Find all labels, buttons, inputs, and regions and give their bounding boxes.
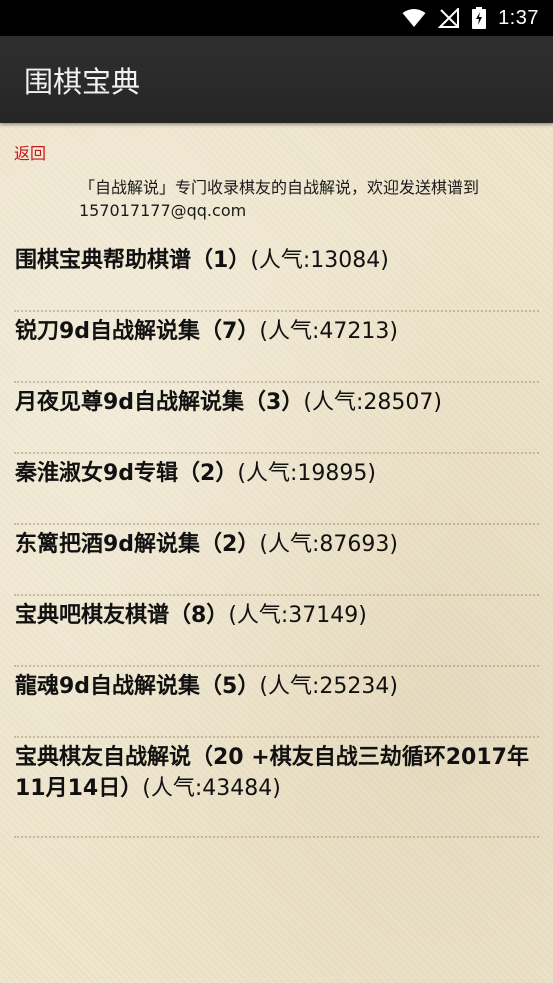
status-bar: 1:37 <box>0 0 553 36</box>
wifi-icon <box>402 7 426 29</box>
list-item[interactable]: 锐刀9d自战解说集（7）(人气:47213) <box>0 312 553 381</box>
list-item[interactable]: 龍魂9d自战解说集（5）(人气:25234) <box>0 667 553 736</box>
app-bar: 围棋宝典 <box>0 36 553 123</box>
notice-line-1: 「自战解说」专门收录棋友的自战解说，欢迎发送棋谱到 <box>79 178 480 197</box>
item-popularity: (人气:37149) <box>228 603 367 628</box>
list-item[interactable]: 月夜见尊9d自战解说集（3）(人气:28507) <box>0 383 553 452</box>
back-link[interactable]: 返回 <box>14 140 46 164</box>
list-item[interactable]: 围棋宝典帮助棋谱（1）(人气:13084) <box>0 241 553 310</box>
notice-text: 「自战解说」专门收录棋友的自战解说，欢迎发送棋谱到 157017177@qq.c… <box>79 176 543 222</box>
no-signal-icon <box>438 7 460 29</box>
item-popularity: (人气:43484) <box>142 776 281 801</box>
collection-list: 围棋宝典帮助棋谱（1）(人气:13084) 锐刀9d自战解说集（7）(人气:47… <box>0 241 553 838</box>
item-title: 龍魂9d自战解说集（5） <box>15 674 260 699</box>
item-popularity: (人气:47213) <box>259 319 398 344</box>
item-title: 月夜见尊9d自战解说集（3） <box>15 390 304 415</box>
list-item[interactable]: 东篱把酒9d解说集（2）(人气:87693) <box>0 525 553 594</box>
battery-charging-icon <box>472 7 487 29</box>
list-item[interactable]: 宝典棋友自战解说（20 +棋友自战三劫循环2017年11月14日）(人气:434… <box>0 738 553 836</box>
content-area: 返回 「自战解说」专门收录棋友的自战解说，欢迎发送棋谱到 157017177@q… <box>0 123 553 983</box>
item-popularity: (人气:13084) <box>250 248 389 273</box>
item-title: 秦淮淑女9d专辑（2） <box>15 461 238 486</box>
notice-email: 157017177@qq.com <box>79 201 247 220</box>
list-item[interactable]: 秦淮淑女9d专辑（2）(人气:19895) <box>0 454 553 523</box>
app-title: 围棋宝典 <box>24 64 141 99</box>
item-title: 锐刀9d自战解说集（7） <box>15 319 260 344</box>
item-popularity: (人气:87693) <box>259 532 398 557</box>
item-popularity: (人气:19895) <box>237 461 376 486</box>
item-popularity: (人气:25234) <box>259 674 398 699</box>
item-popularity: (人气:28507) <box>303 390 442 415</box>
status-time: 1:37 <box>498 6 539 29</box>
item-title: 围棋宝典帮助棋谱（1） <box>15 248 251 273</box>
list-item[interactable]: 宝典吧棋友棋谱（8）(人气:37149) <box>0 596 553 665</box>
item-title: 东篱把酒9d解说集（2） <box>15 532 260 557</box>
divider <box>14 836 539 838</box>
item-title: 宝典吧棋友棋谱（8） <box>15 603 229 628</box>
